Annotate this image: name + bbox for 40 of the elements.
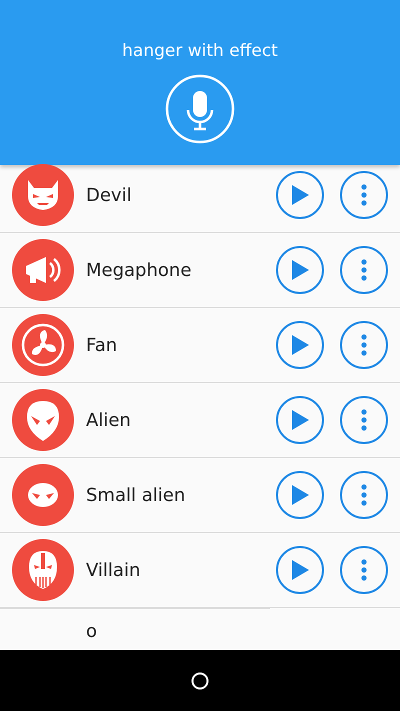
more-button[interactable] — [340, 321, 388, 369]
effect-name: Fan — [86, 334, 118, 356]
effect-name: Megaphone — [86, 260, 192, 280]
play-icon — [290, 559, 310, 581]
more-icon — [361, 484, 367, 506]
effect-name: Villain — [86, 560, 142, 580]
more-icon — [361, 334, 367, 356]
more-button[interactable] — [340, 546, 388, 594]
play-icon — [290, 259, 310, 281]
mask-icon — [12, 539, 74, 601]
play-button[interactable] — [276, 171, 324, 219]
app-title: hanger with effect — [122, 40, 278, 62]
play-button[interactable] — [276, 546, 324, 594]
alien-icon — [12, 389, 74, 451]
effect-name: o — [86, 620, 98, 642]
devil-icon — [12, 164, 74, 226]
more-button[interactable] — [340, 471, 388, 519]
play-button[interactable] — [276, 321, 324, 369]
play-button[interactable] — [276, 396, 324, 444]
play-icon — [290, 184, 310, 206]
play-button[interactable] — [276, 471, 324, 519]
more-button[interactable] — [340, 396, 388, 444]
effect-name: Devil — [86, 184, 133, 206]
play-button[interactable] — [276, 246, 324, 294]
alien-icon — [12, 464, 74, 526]
more-icon — [361, 559, 367, 581]
effect-name: Small alien — [86, 484, 186, 506]
play-icon — [290, 334, 310, 356]
more-button[interactable] — [340, 171, 388, 219]
more-icon — [361, 184, 367, 206]
megaphone-icon — [12, 239, 74, 301]
microphone-icon[interactable] — [165, 74, 235, 144]
home-icon[interactable] — [191, 672, 209, 690]
effect-name: Alien — [86, 410, 132, 430]
play-icon — [290, 484, 310, 506]
more-button[interactable] — [340, 246, 388, 294]
more-icon — [361, 409, 367, 431]
more-icon — [361, 259, 367, 281]
play-icon — [290, 409, 310, 431]
fan-icon — [12, 314, 74, 376]
